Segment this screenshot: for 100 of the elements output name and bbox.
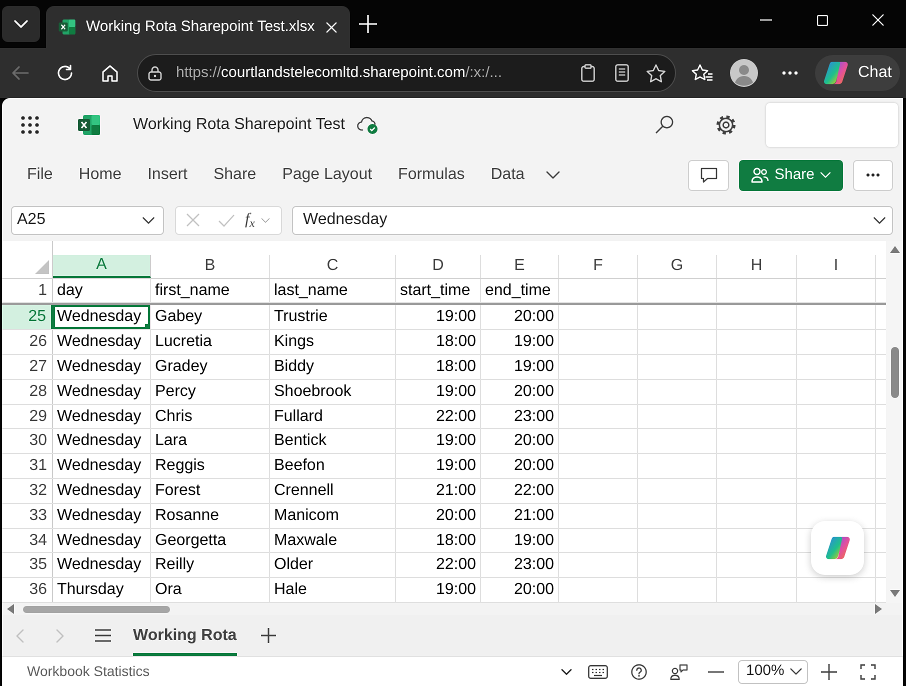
table-cell[interactable]: 21:00	[481, 504, 559, 528]
table-cell[interactable]: Trustrie	[270, 305, 396, 330]
scroll-thumb[interactable]	[890, 347, 898, 398]
column-header[interactable]: C	[270, 254, 396, 278]
table-cell[interactable]: Older	[270, 553, 396, 578]
column-header[interactable]: H	[717, 254, 797, 278]
column-header[interactable]: B	[151, 254, 270, 278]
help-icon[interactable]	[631, 664, 647, 680]
table-cell[interactable]: 19:00	[396, 429, 481, 454]
table-cell[interactable]: Gabey	[151, 305, 270, 330]
table-cell[interactable]: 22:00	[396, 553, 481, 578]
column-header[interactable]: A	[53, 254, 151, 278]
table-cell[interactable]: Wednesday	[53, 355, 151, 379]
table-cell[interactable]: Percy	[151, 380, 270, 404]
menu-icon[interactable]	[95, 629, 111, 642]
row-header[interactable]: 36	[2, 578, 53, 602]
avatar-icon[interactable]	[730, 59, 758, 87]
table-cell[interactable]: Crennell	[270, 479, 396, 503]
table-cell[interactable]: 23:00	[481, 553, 559, 578]
clipboard-icon[interactable]	[581, 64, 595, 82]
row-header[interactable]: 25	[2, 305, 53, 330]
row-header[interactable]: 28	[2, 380, 53, 404]
column-header[interactable]: G	[638, 254, 717, 278]
cloud-check-icon[interactable]	[356, 115, 378, 134]
table-cell[interactable]: 19:00	[396, 578, 481, 602]
table-cell[interactable]: Reilly	[151, 553, 270, 578]
row-header[interactable]: 26	[2, 330, 53, 354]
row-header[interactable]: 32	[2, 479, 53, 503]
feedback-icon[interactable]	[670, 664, 688, 680]
minimize-icon[interactable]	[760, 19, 772, 21]
table-cell[interactable]: Fullard	[270, 404, 396, 428]
table-cell[interactable]: Wednesday	[53, 479, 151, 503]
reader-icon[interactable]	[615, 64, 629, 82]
table-cell[interactable]: Reggis	[151, 454, 270, 478]
table-cell[interactable]: Rosanne	[151, 504, 270, 528]
table-cell[interactable]: 20:00	[481, 429, 559, 454]
table-cell[interactable]: Chris	[151, 404, 270, 428]
table-cell[interactable]: 21:00	[396, 479, 481, 503]
table-cell[interactable]: Lucretia	[151, 330, 270, 354]
table-cell[interactable]: 20:00	[481, 454, 559, 478]
name-box[interactable]: A25	[11, 206, 164, 234]
more-icon[interactable]	[782, 71, 798, 75]
table-cell[interactable]: Thursday	[53, 578, 151, 602]
ribbon-tab[interactable]: Home	[66, 159, 134, 191]
chevron-down-icon[interactable]	[561, 668, 572, 674]
triangle-down-icon[interactable]	[890, 590, 900, 597]
table-cell[interactable]: first_name	[151, 278, 270, 302]
table-cell[interactable]: Shoebrook	[270, 380, 396, 404]
chat-button[interactable]: Chat	[815, 55, 900, 91]
formula-field[interactable]: Wednesday	[292, 206, 893, 234]
table-cell[interactable]: Wednesday	[53, 454, 151, 478]
ribbon-tab[interactable]: Share	[201, 159, 268, 191]
table-cell[interactable]: Bentick	[270, 429, 396, 454]
table-cell[interactable]: start_time	[396, 278, 481, 302]
star-list-icon[interactable]	[691, 64, 713, 82]
table-cell[interactable]: Georgetta	[151, 528, 270, 552]
column-header[interactable]: E	[481, 254, 559, 278]
comments-button[interactable]	[688, 160, 729, 190]
workbook-statistics-button[interactable]: Workbook Statistics	[27, 661, 150, 682]
table-cell[interactable]: Biddy	[270, 355, 396, 379]
table-cell[interactable]: 18:00	[396, 330, 481, 354]
table-cell[interactable]: 19:00	[481, 355, 559, 379]
ribbon-tab[interactable]: Page Layout	[270, 159, 384, 191]
table-cell[interactable]: Wednesday	[53, 553, 151, 578]
column-header[interactable]: I	[797, 254, 876, 278]
column-header[interactable]: D	[396, 254, 481, 278]
home-icon[interactable]	[101, 64, 119, 82]
address-bar[interactable]: https://courtlandstelecomltd.sharepoint.com/:x:/...	[137, 54, 676, 92]
share-button[interactable]: Share	[739, 160, 843, 190]
ribbon-tab[interactable]: Data	[478, 159, 537, 191]
table-cell[interactable]: Wednesday	[53, 528, 151, 552]
table-cell[interactable]: Wednesday	[53, 330, 151, 354]
copilot-button[interactable]	[811, 521, 864, 575]
table-cell[interactable]: end_time	[481, 278, 559, 302]
column-header[interactable]: F	[559, 254, 638, 278]
ribbon-tab[interactable]: File	[15, 159, 65, 191]
triangle-up-icon[interactable]	[890, 246, 900, 253]
refresh-icon[interactable]	[56, 64, 74, 82]
ribbon-tab[interactable]: Insert	[135, 159, 200, 191]
table-cell[interactable]: Hale	[270, 578, 396, 602]
table-cell[interactable]: Wednesday	[53, 429, 151, 454]
table-cell[interactable]: 19:00	[481, 330, 559, 354]
table-cell[interactable]: Lara	[151, 429, 270, 454]
table-cell[interactable]: 22:00	[481, 479, 559, 503]
table-cell[interactable]: 23:00	[481, 404, 559, 428]
table-cell[interactable]: Wednesday	[53, 404, 151, 428]
table-cell[interactable]: 19:00	[481, 528, 559, 552]
table-cell[interactable]: Gradey	[151, 355, 270, 379]
table-cell[interactable]: 22:00	[396, 404, 481, 428]
settings-icon[interactable]	[716, 114, 736, 134]
row-header[interactable]: 33	[2, 504, 53, 528]
table-cell[interactable]: Wednesday	[53, 305, 151, 330]
lock-icon[interactable]	[148, 65, 162, 81]
chevron-down-icon[interactable]	[546, 171, 560, 179]
table-cell[interactable]: Forest	[151, 479, 270, 503]
table-cell[interactable]: 19:00	[396, 305, 481, 330]
row-header[interactable]: 34	[2, 528, 53, 552]
check-icon[interactable]	[218, 214, 235, 226]
table-cell[interactable]: 20:00	[396, 504, 481, 528]
zoom-dropdown[interactable]: 100%	[738, 660, 808, 684]
